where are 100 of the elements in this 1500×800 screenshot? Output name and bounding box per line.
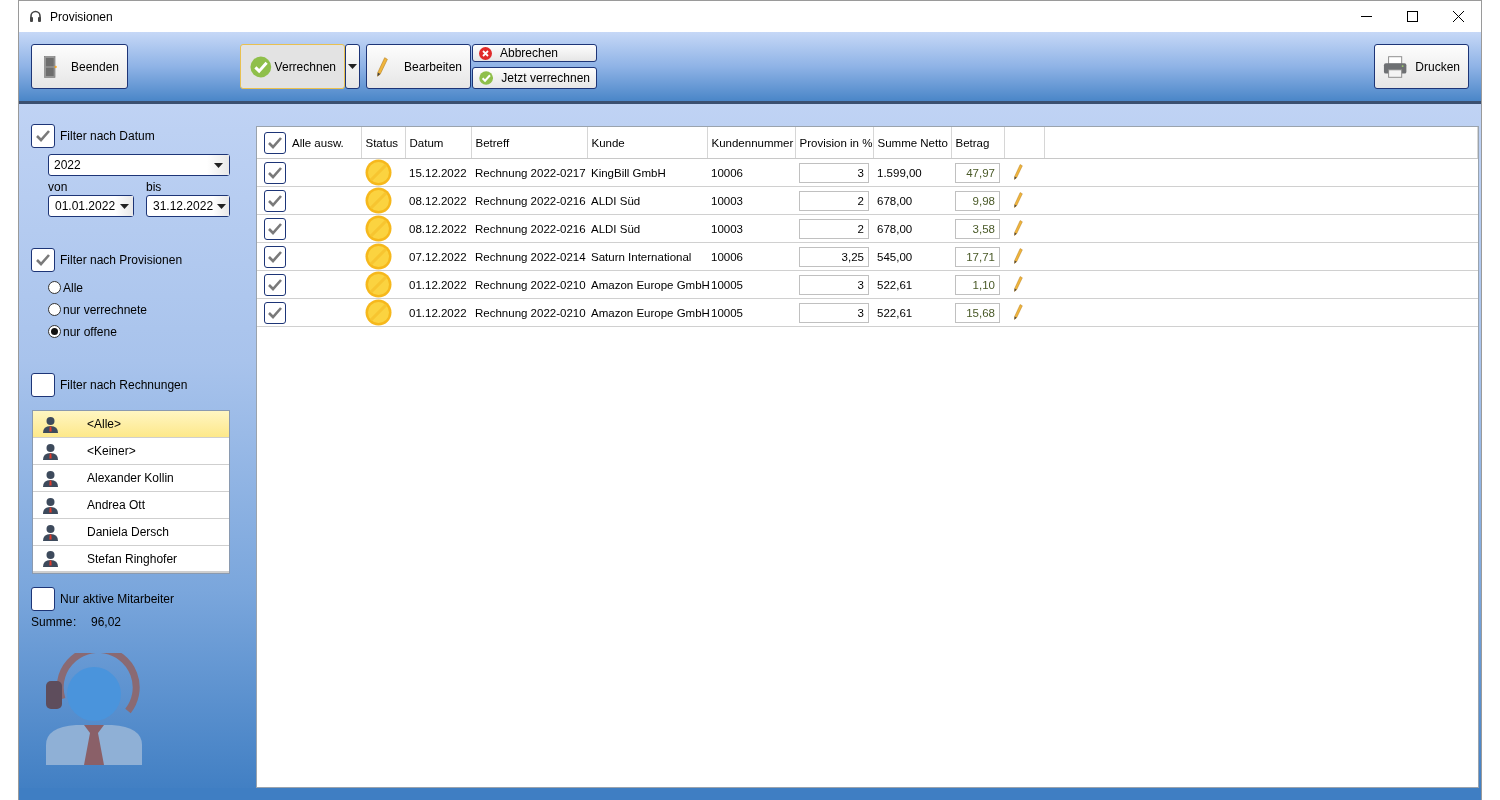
settle-now-button[interactable]: Jetzt verrechnen: [472, 67, 597, 89]
dropdown[interactable]: 2022: [48, 154, 230, 176]
dropdown-button[interactable]: [345, 44, 360, 89]
status-icon: [365, 215, 392, 242]
column-header[interactable]: Datum: [405, 127, 471, 159]
list-item[interactable]: Daniela Dersch: [33, 519, 229, 546]
person-icon: [42, 469, 59, 487]
number-field[interactable]: 1,10: [955, 274, 1000, 295]
column-header[interactable]: Provision in %: [795, 127, 873, 159]
table-cell: 522,61: [873, 298, 951, 327]
person-icon: [42, 523, 59, 541]
edit-pencil-icon: [1014, 303, 1023, 320]
caret-icon: [348, 64, 357, 69]
table-cell: Rechnung 2022-0210: [471, 270, 587, 299]
number-field[interactable]: 2: [799, 218, 869, 239]
list-item[interactable]: Alexander Kollin: [33, 465, 229, 492]
number-field[interactable]: 3: [799, 302, 869, 323]
table-cell: Amazon Europe GmbH: [587, 270, 707, 299]
table-cell: ALDI Süd: [587, 186, 707, 215]
check-mark-icon: [267, 135, 283, 150]
status-icon: [365, 271, 392, 298]
dropdown[interactable]: 01.01.2022: [48, 195, 134, 217]
list-item[interactable]: Andrea Ott: [33, 492, 229, 519]
field-label: bis: [146, 181, 162, 194]
number-field[interactable]: 17,71: [955, 246, 1000, 267]
checkbox[interactable]: [31, 587, 55, 611]
column-header[interactable]: Kundennummer: [707, 127, 795, 159]
headset-icon: [29, 10, 42, 23]
table-cell: 522,61: [873, 270, 951, 299]
person-icon: [42, 496, 59, 514]
number-field[interactable]: 15,68: [955, 302, 1000, 323]
checkbox[interactable]: [264, 301, 286, 324]
sum-value: 96,02: [91, 615, 122, 629]
number-field[interactable]: 3,25: [799, 246, 869, 267]
list-item[interactable]: <Keiner>: [33, 438, 229, 465]
edit-pencil-icon: [1014, 163, 1023, 180]
column-header[interactable]: Betrag: [951, 127, 1004, 159]
number-field[interactable]: 9,98: [955, 190, 1000, 211]
maximize-icon: [1406, 11, 1418, 22]
status-icon: [365, 159, 392, 186]
checkbox[interactable]: [264, 189, 286, 212]
checkbox-label: Filter nach Rechnungen: [60, 378, 188, 392]
table-cell: Amazon Europe GmbH: [587, 298, 707, 327]
check-mark-icon: [267, 305, 283, 320]
table-cell: Saturn International: [587, 242, 707, 271]
status-icon: [365, 187, 392, 214]
table-cell: Rechnung 2022-0214: [471, 242, 587, 271]
minimize-icon: [1360, 15, 1372, 18]
dropdown[interactable]: 31.12.2022: [146, 195, 230, 217]
table-cell: KingBill GmbH: [587, 158, 707, 187]
cancel-icon: [479, 46, 492, 60]
radio-button[interactable]: [48, 303, 61, 316]
table-cell: 08.12.2022: [405, 186, 471, 215]
number-field[interactable]: 47,97: [955, 162, 1000, 183]
radio-label: nur verrechnete: [63, 302, 148, 317]
checkbox[interactable]: [31, 124, 55, 148]
caret-icon: [213, 162, 223, 168]
settle-button[interactable]: Verrechnen: [240, 44, 345, 89]
person-icon: [42, 442, 59, 460]
print-button[interactable]: Drucken: [1374, 44, 1469, 89]
column-header[interactable]: Status: [361, 127, 405, 159]
table-cell: 10003: [707, 186, 795, 215]
number-field[interactable]: 3: [799, 162, 869, 183]
table-cell: 10003: [707, 214, 795, 243]
checkbox[interactable]: [264, 161, 286, 184]
exit-button[interactable]: Beenden: [31, 44, 128, 89]
radio-button[interactable]: [48, 325, 61, 338]
column-header[interactable]: Betreff: [471, 127, 587, 159]
table-cell: 545,00: [873, 242, 951, 271]
checkbox[interactable]: [264, 131, 286, 154]
edit-button[interactable]: Bearbeiten: [366, 44, 471, 89]
checkbox[interactable]: [31, 248, 55, 272]
checkbox[interactable]: [31, 373, 55, 397]
list-item[interactable]: <Alle>: [33, 411, 229, 438]
edit-pencil-icon: [1014, 275, 1023, 292]
radio-button[interactable]: [48, 281, 61, 294]
person-icon: [42, 550, 59, 567]
checkbox[interactable]: [264, 245, 286, 268]
table-cell: Rechnung 2022-0216: [471, 214, 587, 243]
checkbox[interactable]: [264, 217, 286, 240]
list-item[interactable]: Stefan Ringhofer: [33, 546, 229, 573]
cancel-button[interactable]: Abbrechen: [472, 44, 597, 62]
status-icon: [365, 299, 392, 326]
status-icon: [365, 243, 392, 270]
close-icon: [1452, 11, 1464, 22]
window-title: Provisionen: [50, 9, 113, 24]
printer-icon: [1383, 54, 1408, 79]
column-header[interactable]: Kunde: [587, 127, 707, 159]
column-header[interactable]: Summe Netto: [873, 127, 951, 159]
number-field[interactable]: 3: [799, 274, 869, 295]
table-cell: 01.12.2022: [405, 270, 471, 299]
field-label: von: [48, 181, 69, 194]
table-cell: 10006: [707, 242, 795, 271]
table-cell: 08.12.2022: [405, 214, 471, 243]
checkbox[interactable]: [264, 273, 286, 296]
check-mark-icon: [35, 253, 51, 267]
column-header[interactable]: Alle ausw.: [292, 136, 344, 149]
sum-label: Summe: [31, 615, 73, 629]
number-field[interactable]: 2: [799, 190, 869, 211]
number-field[interactable]: 3,58: [955, 218, 1000, 239]
